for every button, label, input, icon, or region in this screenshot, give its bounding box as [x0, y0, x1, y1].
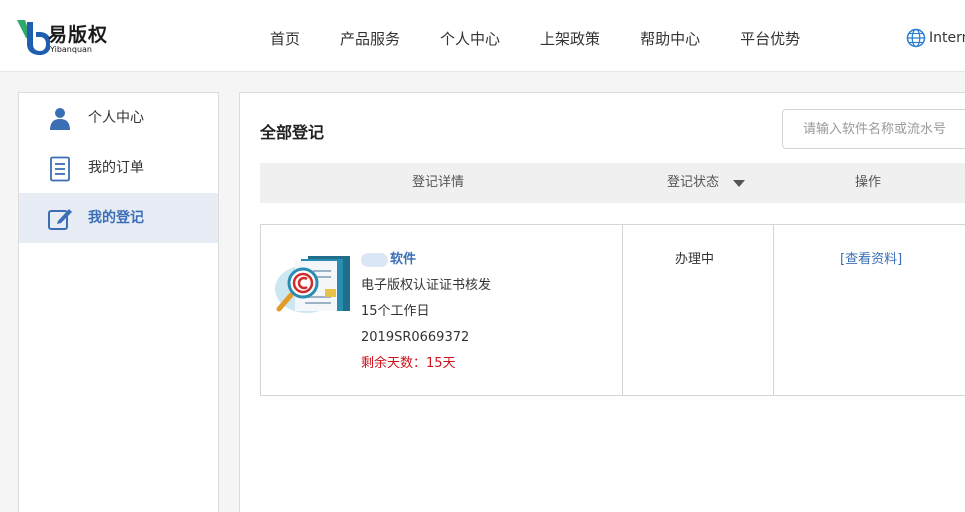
language-label: Intern: [929, 30, 965, 46]
nav-personal-center[interactable]: 个人中心: [440, 0, 500, 72]
nav-help-center[interactable]: 帮助中心: [640, 0, 700, 72]
edit-icon: [48, 209, 72, 230]
software-name[interactable]: 软件: [390, 247, 416, 273]
document-icon: [50, 156, 70, 182]
sidebar-item-label: 个人中心: [88, 110, 144, 126]
column-header-operation: 操作: [855, 175, 882, 190]
column-header-detail: 登记详情: [412, 175, 465, 190]
sidebar-item-label: 我的登记: [88, 210, 144, 226]
column-header-status[interactable]: 登记状态: [667, 163, 746, 203]
certificate-icon: [275, 256, 350, 313]
sidebar-item-personal-center[interactable]: 个人中心: [19, 93, 218, 143]
nav-home[interactable]: 首页: [270, 0, 300, 72]
globe-icon: [906, 28, 926, 48]
page-title: 全部登记: [260, 123, 325, 142]
nav-products[interactable]: 产品服务: [340, 0, 400, 72]
language-switch[interactable]: Intern: [906, 28, 965, 48]
main-panel: 全部登记 登记详情 登记状态 操作: [239, 92, 965, 512]
logo-subtext: Yibanquan: [50, 45, 92, 54]
sidebar-item-label: 我的订单: [88, 160, 144, 176]
serial-number: 2019SR0669372: [361, 330, 470, 345]
status-badge: 办理中: [675, 252, 715, 267]
logo-text: 易版权: [48, 24, 109, 46]
table-header: 登记详情 登记状态 操作: [260, 163, 965, 203]
main-nav: 首页 产品服务 个人中心 上架政策 帮助中心 平台优势: [270, 0, 840, 72]
cell-divider: [773, 225, 774, 395]
cell-divider: [622, 225, 623, 395]
processing-duration: 15个工作日: [361, 304, 430, 319]
sidebar-item-orders[interactable]: 我的订单: [19, 143, 218, 193]
registration-type: 电子版权认证证书核发: [361, 278, 492, 293]
redacted-name-placeholder: [361, 253, 388, 267]
caret-down-icon: [733, 179, 746, 187]
table-row: 软件 电子版权认证证书核发 15个工作日 2019SR0669372 剩余天数：…: [260, 224, 965, 396]
sidebar-item-my-registrations[interactable]: 我的登记: [19, 193, 218, 243]
registration-info: 软件 电子版权认证证书核发 15个工作日 2019SR0669372 剩余天数：…: [361, 247, 491, 377]
remaining-days: 剩余天数：15天: [361, 356, 456, 371]
search-input[interactable]: [782, 109, 965, 149]
logo-icon: [17, 20, 50, 55]
nav-platform-advantages[interactable]: 平台优势: [740, 0, 800, 72]
top-header: 易版权 Yibanquan 首页 产品服务 个人中心 上架政策 帮助中心 平台优…: [0, 0, 965, 72]
sidebar: 个人中心 我的订单 我的登记: [18, 92, 219, 512]
logo[interactable]: 易版权 Yibanquan: [16, 18, 108, 56]
user-icon: [50, 108, 70, 130]
nav-listing-policy[interactable]: 上架政策: [540, 0, 600, 72]
column-header-status-label: 登记状态: [667, 175, 720, 190]
view-details-link[interactable]: [查看资料]: [840, 247, 902, 273]
